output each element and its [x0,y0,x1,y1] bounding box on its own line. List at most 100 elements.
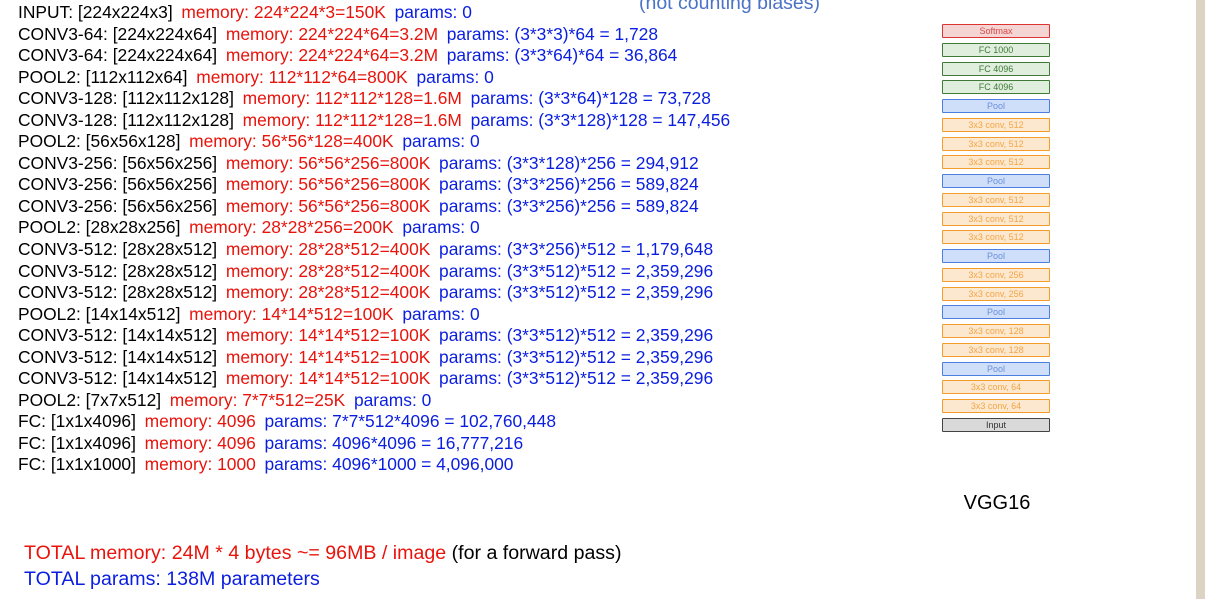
diagram-block-pool: Pool [942,174,1050,188]
diagram-block-pool: Pool [942,249,1050,263]
layer-name: CONV3-512: [14x14x512] [18,325,218,346]
diagram-block-conv: 3x3 conv, 128 [942,324,1050,338]
layer-params: params: (3*3*256)*512 = 1,179,648 [439,239,714,260]
diagram-block-conv: 3x3 conv, 64 [942,399,1050,413]
layer-params: params: (3*3*512)*512 = 2,359,296 [439,346,714,367]
diagram-block-conv: 3x3 conv, 512 [942,211,1050,226]
layer-memory: memory: 224*224*64=3.2M [225,45,439,66]
diagram-block-conv: 3x3 conv, 128 [942,342,1050,357]
layer-row: CONV3-512: [14x14x512] memory: 14*14*512… [18,368,730,390]
layer-row: CONV3-512: [28x28x512] memory: 28*28*512… [18,261,730,283]
layer-name: CONV3-512: [28x28x512] [18,282,218,303]
layer-name: CONV3-512: [28x28x512] [18,260,218,281]
layer-name: POOL2: [56x56x128] [18,131,181,152]
diagram-block-softmax: Softmax [942,24,1050,38]
diagram-block-conv: 3x3 conv, 512 [942,230,1050,245]
layer-name: INPUT: [224x224x3] [18,2,173,22]
layer-row: CONV3-512: [28x28x512] memory: 28*28*512… [18,282,730,304]
layer-row: POOL2: [7x7x512] memory: 7*7*512=25K par… [18,390,730,412]
layer-name: FC: [1x1x4096] [18,411,136,432]
layer-params: params: 0 [402,303,480,324]
layer-memory: memory: 14*14*512=100K [225,325,431,346]
layer-params: params: 0 [416,66,494,87]
layer-memory: memory: 28*28*512=400K [225,282,431,303]
diagram-block-conv: 3x3 conv, 512 [942,192,1050,207]
layer-table: INPUT: [224x224x3] memory: 224*224*3=150… [18,2,730,476]
layer-row: POOL2: [56x56x128] memory: 56*56*128=400… [18,131,730,153]
layer-memory: memory: 112*112*128=1.6M [242,109,462,130]
layer-row: INPUT: [224x224x3] memory: 224*224*3=150… [18,2,730,24]
layer-row: CONV3-256: [56x56x256] memory: 56*56*256… [18,153,730,175]
right-edge-bar [1196,0,1205,599]
layer-name: CONV3-256: [56x56x256] [18,152,218,173]
layer-memory: memory: 112*112*128=1.6M [242,88,462,109]
layer-name: FC: [1x1x4096] [18,432,136,453]
layer-params: params: (3*3*256)*256 = 589,824 [439,195,699,216]
layer-row: CONV3-64: [224x224x64] memory: 224*224*6… [18,24,730,46]
total-memory: TOTAL memory: 24M * 4 bytes ~= 96MB / im… [24,542,447,564]
layer-params: params: (3*3*512)*512 = 2,359,296 [439,260,714,281]
layer-memory: memory: 14*14*512=100K [225,346,431,367]
layer-row: CONV3-256: [56x56x256] memory: 56*56*256… [18,196,730,218]
layer-params: params: (3*3*64)*128 = 73,728 [470,88,711,109]
diagram-block-conv: 3x3 conv, 256 [942,267,1050,282]
layer-row: POOL2: [112x112x64] memory: 112*112*64=8… [18,67,730,89]
diagram-block-conv: 3x3 conv, 256 [942,286,1050,301]
layer-memory: memory: 28*28*512=400K [225,239,431,260]
layer-params: params: 0 [353,389,432,410]
layer-name: CONV3-512: [14x14x512] [18,368,218,389]
layer-name: CONV3-128: [112x112x128] [18,109,234,130]
layer-memory: memory: 14*14*512=100K [189,303,394,324]
layer-params: params: 4096*4096 = 16,777,216 [264,432,524,453]
layer-name: CONV3-64: [224x224x64] [18,23,218,44]
layer-row: CONV3-128: [112x112x128] memory: 112*112… [18,88,730,110]
diagram-block-conv: 3x3 conv, 512 [942,117,1050,132]
layer-memory: memory: 4096 [144,411,256,432]
diagram-caption: VGG16 [963,492,1031,514]
layer-name: CONV3-64: [224x224x64] [18,45,218,66]
layer-memory: memory: 14*14*512=100K [225,368,431,389]
layer-memory: memory: 1000 [144,454,256,475]
layer-memory: memory: 56*56*256=800K [225,195,431,216]
layer-row: CONV3-512: [28x28x512] memory: 28*28*512… [18,239,730,261]
layer-params: params: 7*7*512*4096 = 102,760,448 [264,411,557,432]
diagram-block-fc: FC 4096 [942,61,1050,76]
diagram-block-fc: FC 1000 [942,42,1050,57]
layer-memory: memory: 112*112*64=800K [196,66,408,87]
layer-name: POOL2: [28x28x256] [18,217,181,238]
diagram-block-pool: Pool [942,361,1050,376]
layer-params: params: 0 [394,2,472,22]
layer-row: CONV3-512: [14x14x512] memory: 14*14*512… [18,347,730,369]
layer-name: CONV3-512: [14x14x512] [18,346,218,367]
layer-params: params: (3*3*512)*512 = 2,359,296 [439,282,714,303]
layer-name: CONV3-256: [56x56x256] [18,195,218,216]
layer-memory: memory: 4096 [144,432,256,453]
layer-row: POOL2: [14x14x512] memory: 14*14*512=100… [18,304,730,326]
layer-params: params: (3*3*256)*256 = 589,824 [439,174,699,195]
layer-memory: memory: 28*28*256=200K [189,217,394,238]
layer-row: FC: [1x1x4096] memory: 4096 params: 4096… [18,433,730,455]
layer-name: FC: [1x1x1000] [18,454,136,475]
layer-row: CONV3-256: [56x56x256] memory: 56*56*256… [18,174,730,196]
layer-params: params: (3*3*512)*512 = 2,359,296 [439,368,714,389]
layer-row: POOL2: [28x28x256] memory: 28*28*256=200… [18,217,730,239]
layer-memory: memory: 28*28*512=400K [225,260,431,281]
layer-params: params: (3*3*64)*64 = 36,864 [446,45,678,66]
layer-row: FC: [1x1x4096] memory: 4096 params: 7*7*… [18,411,730,433]
layer-params: params: 4096*1000 = 4,096,000 [264,454,514,475]
diagram-block-pool: Pool [942,99,1050,113]
layer-memory: memory: 224*224*64=3.2M [225,23,439,44]
slide: (not counting biases) INPUT: [224x224x3]… [0,0,1205,599]
layer-row: FC: [1x1x1000] memory: 1000 params: 4096… [18,454,730,476]
diagram-block-fc: FC 4096 [942,80,1050,95]
diagram-block-conv: 3x3 conv, 512 [942,155,1050,170]
layer-memory: memory: 224*224*3=150K [181,2,386,22]
layer-memory: memory: 56*56*128=400K [189,131,394,152]
layer-name: POOL2: [14x14x512] [18,303,181,324]
layer-row: CONV3-512: [14x14x512] memory: 14*14*512… [18,325,730,347]
layer-params: params: (3*3*128)*256 = 294,912 [439,152,699,173]
layer-params: params: (3*3*3)*64 = 1,728 [446,23,659,44]
diagram-block-conv: 3x3 conv, 512 [942,136,1050,151]
layer-params: params: (3*3*128)*128 = 147,456 [470,109,731,130]
layer-memory: memory: 56*56*256=800K [225,174,431,195]
